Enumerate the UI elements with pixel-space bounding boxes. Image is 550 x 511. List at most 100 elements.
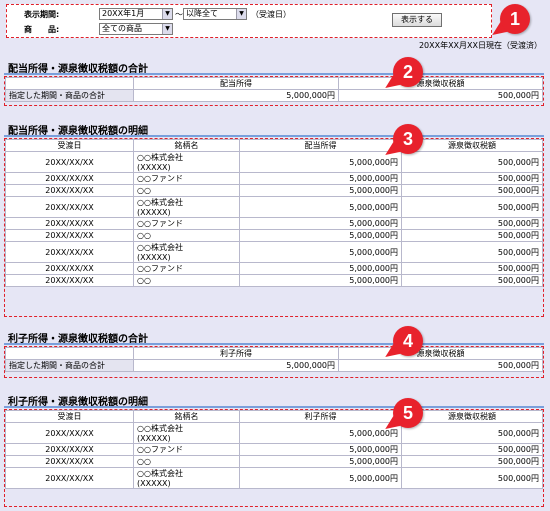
withholding-tax-cell: 500,000円 <box>401 467 543 489</box>
security-code-line: (XXXXX) <box>137 163 171 172</box>
callout-marker-5: 5 <box>393 398 423 428</box>
security-name-line: ○○ファンド <box>137 219 183 228</box>
range-tilde: 〜 <box>175 10 183 19</box>
chevron-down-icon: ▼ <box>236 9 246 19</box>
delivery-date-cell: 20XX/XX/XX <box>5 262 134 275</box>
section-divider <box>4 343 544 345</box>
interest-income-header: 利子所得 <box>133 347 339 360</box>
delivery-date-cell: 20XX/XX/XX <box>5 229 134 242</box>
section-divider <box>4 73 544 75</box>
security-name-line: ○○ファンド <box>137 264 183 273</box>
income-cell: 5,000,000円 <box>239 422 402 444</box>
security-code-line: (XXXXX) <box>137 253 171 262</box>
withholding-tax-cell: 500,000円 <box>401 151 543 173</box>
dividend-detail-panel: 受渡日 銘柄名 配当所得 源泉徴収税額 20XX/XX/XX ○○株式会社 (XXX… <box>4 138 544 317</box>
withholding-tax-cell: 500,000円 <box>401 422 543 444</box>
table-row: 20XX/XX/XX ○○ファンド 5,000,000円 500,000円 <box>5 217 543 230</box>
table-row: 20XX/XX/XX ○○ 5,000,000円 500,000円 <box>5 274 543 287</box>
delivery-date-cell: 20XX/XX/XX <box>5 151 134 173</box>
interest-total-table: 利子所得 源泉徴収税額 指定した期間・商品の合計 5,000,000円 500,… <box>5 347 543 372</box>
security-name-cell: ○○ <box>133 229 240 242</box>
interest-income-total: 5,000,000円 <box>133 359 339 372</box>
security-code-line: (XXXXX) <box>137 208 171 217</box>
withholding-tax-cell: 500,000円 <box>401 274 543 287</box>
delivery-date-cell: 20XX/XX/XX <box>5 443 134 456</box>
delivery-date-cell: 20XX/XX/XX <box>5 241 134 263</box>
income-cell: 5,000,000円 <box>239 443 402 456</box>
table-row: 20XX/XX/XX ○○株式会社 (XXXXX) 5,000,000円 500,000… <box>5 196 543 218</box>
income-cell: 5,000,000円 <box>239 172 402 185</box>
withholding-tax-cell: 500,000円 <box>401 184 543 197</box>
empty-header-cell <box>5 347 134 360</box>
dividend-income-total: 5,000,000円 <box>133 89 339 102</box>
security-name-line: ○○ <box>137 457 151 466</box>
income-cell: 5,000,000円 <box>239 274 402 287</box>
product-select[interactable]: 全ての商品 ▼ <box>99 23 173 35</box>
security-name-line: ○○株式会社 <box>137 469 183 478</box>
income-cell: 5,000,000円 <box>239 262 402 275</box>
withholding-tax-total: 500,000円 <box>338 359 543 372</box>
period-to-value: 以降全て <box>186 9 218 18</box>
delivery-date-cell: 20XX/XX/XX <box>5 217 134 230</box>
interest-total-panel: 利子所得 源泉徴収税額 指定した期間・商品の合計 5,000,000円 500,… <box>4 346 544 378</box>
table-row: 20XX/XX/XX ○○株式会社 (XXXXX) 5,000,000円 500,000… <box>5 241 543 263</box>
income-cell: 5,000,000円 <box>239 184 402 197</box>
withholding-tax-cell: 500,000円 <box>401 229 543 242</box>
security-name-header: 銘柄名 <box>133 410 240 423</box>
delivery-date-cell: 20XX/XX/XX <box>5 196 134 218</box>
income-cell: 5,000,000円 <box>239 217 402 230</box>
chevron-down-icon: ▼ <box>162 24 172 34</box>
callout-marker-2: 2 <box>393 57 423 87</box>
security-name-line: ○○株式会社 <box>137 243 183 252</box>
delivery-date-cell: 20XX/XX/XX <box>5 274 134 287</box>
section-divider <box>4 406 544 408</box>
period-to-select[interactable]: 以降全て ▼ <box>183 8 247 20</box>
callout-marker-3: 3 <box>393 124 423 154</box>
dividend-income-header: 配当所得 <box>239 139 402 152</box>
empty-header-cell <box>5 77 134 90</box>
income-cell: 5,000,000円 <box>239 151 402 173</box>
security-name-cell: ○○株式会社 (XXXXX) <box>133 241 240 263</box>
income-cell: 5,000,000円 <box>239 241 402 263</box>
security-code-line: (XXXXX) <box>137 434 171 443</box>
delivery-date-header: 受渡日 <box>5 139 134 152</box>
withholding-tax-cell: 500,000円 <box>401 172 543 185</box>
security-name-line: ○○株式会社 <box>137 153 183 162</box>
withholding-tax-cell: 500,000円 <box>401 455 543 468</box>
table-row: 20XX/XX/XX ○○ 5,000,000円 500,000円 <box>5 184 543 197</box>
table-row: 20XX/XX/XX ○○ファンド 5,000,000円 500,000円 <box>5 443 543 456</box>
security-name-line: ○○ <box>137 186 151 195</box>
withholding-tax-cell: 500,000円 <box>401 262 543 275</box>
table-row: 20XX/XX/XX ○○ 5,000,000円 500,000円 <box>5 229 543 242</box>
interest-income-header: 利子所得 <box>239 410 402 423</box>
period-from-select[interactable]: 20XX年1月 ▼ <box>99 8 173 20</box>
show-button[interactable]: 表示する <box>392 13 442 27</box>
delivery-date-cell: 20XX/XX/XX <box>5 184 134 197</box>
security-name-line: ○○株式会社 <box>137 198 183 207</box>
delivery-date-cell: 20XX/XX/XX <box>5 422 134 444</box>
security-name-cell: ○○株式会社 (XXXXX) <box>133 196 240 218</box>
withholding-tax-header: 源泉徴収税額 <box>338 77 543 90</box>
period-note: （受渡日） <box>251 10 291 19</box>
delivery-date-cell: 20XX/XX/XX <box>5 455 134 468</box>
security-name-cell: ○○株式会社 (XXXXX) <box>133 151 240 173</box>
dividend-detail-table: 受渡日 銘柄名 配当所得 源泉徴収税額 20XX/XX/XX ○○株式会社 (XXX… <box>5 139 543 287</box>
withholding-tax-cell: 500,000円 <box>401 241 543 263</box>
table-row: 20XX/XX/XX ○○株式会社 (XXXXX) 5,000,000円 500,000… <box>5 151 543 173</box>
delivery-date-cell: 20XX/XX/XX <box>5 467 134 489</box>
interest-detail-panel: 受渡日 銘柄名 利子所得 源泉徴収税額 20XX/XX/XX ○○株式会社 (XXX… <box>4 409 544 507</box>
security-name-line: ○○ <box>137 276 151 285</box>
income-cell: 5,000,000円 <box>239 455 402 468</box>
income-cell: 5,000,000円 <box>239 467 402 489</box>
section-divider <box>4 135 544 137</box>
income-cell: 5,000,000円 <box>239 196 402 218</box>
table-row: 20XX/XX/XX ○○株式会社 (XXXXX) 5,000,000円 500,000… <box>5 467 543 489</box>
interest-detail-rows: 20XX/XX/XX ○○株式会社 (XXXXX) 5,000,000円 500,000… <box>5 422 543 489</box>
period-label: 表示期間: <box>24 10 60 19</box>
delivery-date-cell: 20XX/XX/XX <box>5 172 134 185</box>
total-row-label: 指定した期間・商品の合計 <box>5 359 134 372</box>
table-row: 20XX/XX/XX ○○ 5,000,000円 500,000円 <box>5 455 543 468</box>
security-code-line: (XXXXX) <box>137 479 171 488</box>
security-name-line: ○○ファンド <box>137 174 183 183</box>
security-name-header: 銘柄名 <box>133 139 240 152</box>
